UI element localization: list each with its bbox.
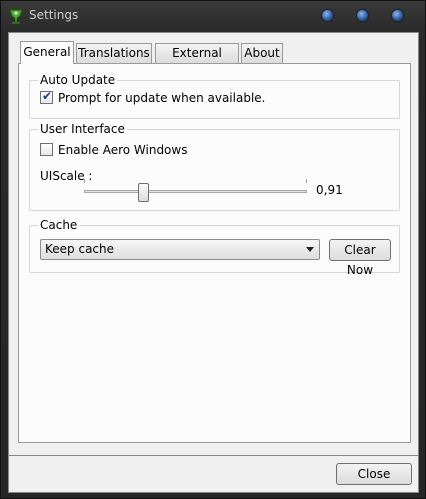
user-interface-legend: User Interface	[38, 122, 127, 136]
aero-windows-label[interactable]: Enable Aero Windows	[58, 143, 187, 157]
tab-label: About	[244, 46, 280, 60]
prompt-update-checkbox[interactable]: ✔	[40, 89, 53, 104]
check-icon: ✔	[42, 89, 53, 103]
minimize-icon[interactable]	[322, 10, 333, 21]
slider-tick	[306, 179, 307, 183]
tab-label: General	[23, 45, 71, 59]
tab-translations[interactable]: Translations	[76, 43, 152, 63]
close-window-icon[interactable]	[392, 10, 403, 21]
footer-bar: Close	[8, 456, 419, 493]
cache-legend: Cache	[38, 218, 80, 232]
cache-group: Cache Keep cache Clear Now	[29, 218, 400, 277]
window-title: Settings	[29, 8, 79, 22]
uiscale-value: 0,91	[316, 183, 343, 197]
aero-windows-checkbox[interactable]	[40, 143, 53, 156]
tab-about[interactable]: About	[241, 43, 283, 63]
cache-mode-dropdown[interactable]: Keep cache	[40, 239, 320, 260]
tab-external-apps[interactable]: External Apps	[155, 43, 239, 79]
title-bar[interactable]: Settings	[1, 1, 425, 31]
tab-general[interactable]: General	[20, 41, 74, 64]
user-interface-group: User Interface Enable Aero Windows UISca…	[29, 122, 400, 211]
settings-window: Settings General Translations External A…	[0, 0, 426, 499]
chevron-down-icon	[306, 247, 314, 252]
general-tab-page: Auto Update ✔ Prompt for update when ava…	[18, 63, 411, 443]
main-panel: General Translations External Apps About…	[8, 32, 419, 456]
app-icon	[9, 9, 23, 24]
maximize-icon[interactable]	[357, 10, 368, 21]
slider-tick	[84, 179, 85, 183]
cache-mode-value: Keep cache	[45, 242, 115, 256]
uiscale-slider-track[interactable]	[84, 190, 307, 193]
tab-label: Translations	[78, 46, 150, 60]
close-button[interactable]: Close	[336, 463, 412, 485]
auto-update-group: Auto Update ✔ Prompt for update when ava…	[29, 73, 400, 119]
uiscale-slider-thumb[interactable]	[138, 183, 149, 202]
prompt-update-label[interactable]: Prompt for update when available.	[58, 91, 265, 105]
auto-update-legend: Auto Update	[38, 73, 118, 87]
clear-now-button[interactable]: Clear Now	[329, 239, 391, 277]
